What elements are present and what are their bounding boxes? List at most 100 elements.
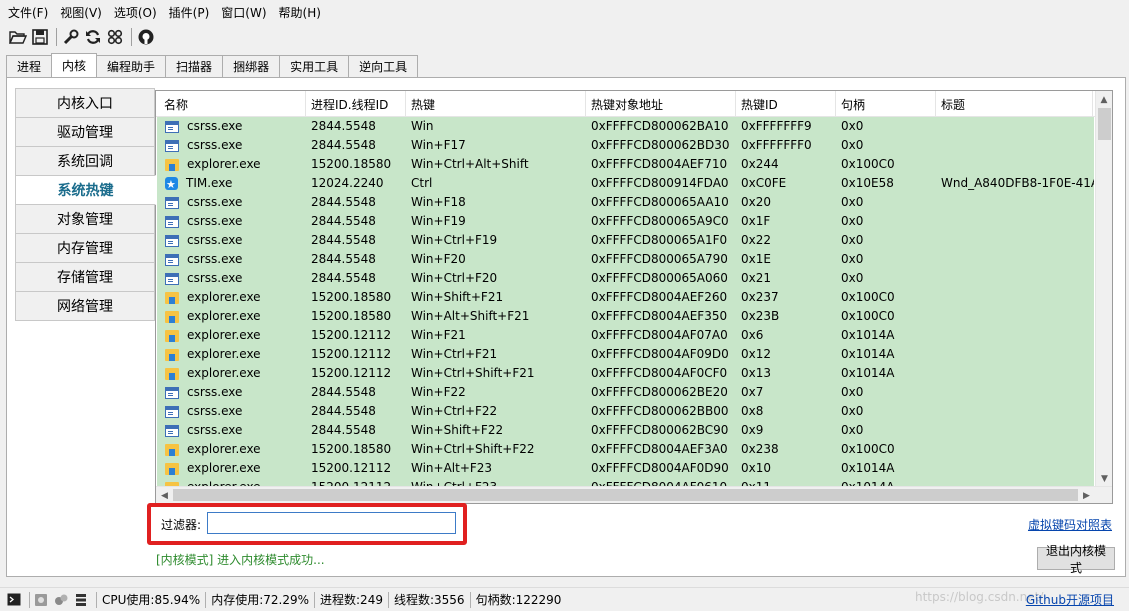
column-header-hotkey[interactable]: 热键: [406, 91, 586, 117]
process-name-text: explorer.exe: [187, 347, 261, 361]
sidebar-item-storage-management[interactable]: 存储管理: [15, 262, 155, 292]
scroll-up-icon[interactable]: ▲: [1096, 91, 1112, 108]
cell-process-name: csrss.exe: [157, 269, 307, 288]
cell-hotkey-object-address: 0xFFFFCD800065A060: [591, 271, 728, 285]
cell-pid-tid: 15200.18580: [311, 442, 392, 456]
tab-binder[interactable]: 捆绑器: [222, 55, 281, 77]
table-row[interactable]: csrss.exe 2844.5548 Win+F20 0xFFFFCD800065A…: [157, 250, 1094, 269]
menu-options[interactable]: 选项(O): [108, 4, 163, 21]
cell-hotkey-object-address: 0xFFFFCD800062BE20: [591, 385, 728, 399]
grid-icon[interactable]: [105, 27, 125, 47]
table-row[interactable]: explorer.exe 15200.12112 Win+Ctrl+F21 0xFFF…: [157, 345, 1094, 364]
process-name-text: explorer.exe: [187, 328, 261, 342]
menu-help[interactable]: 帮助(H): [273, 4, 327, 21]
cell-hotkey: Win+Alt+F23: [411, 461, 493, 475]
sidebar-item-system-callbacks[interactable]: 系统回调: [15, 146, 155, 176]
table-row[interactable]: explorer.exe 15200.12112 Win+Alt+F23 0xFFFF…: [157, 459, 1094, 478]
statusbar-separator: [469, 591, 471, 608]
explorer-process-icon: [165, 329, 179, 342]
scroll-left-icon[interactable]: ◀: [156, 487, 173, 503]
scroll-right-icon[interactable]: ▶: [1078, 487, 1095, 503]
menu-plugins[interactable]: 插件(P): [163, 4, 216, 21]
cell-hotkey-id: 0x22: [741, 233, 772, 247]
cell-title: Wnd_A840DFB8-1F0E-41A9: [941, 176, 1094, 190]
cell-handle: 0x0: [841, 138, 864, 152]
table-row[interactable]: csrss.exe 2844.5548 Win+Ctrl+F20 0xFFFFCD80…: [157, 269, 1094, 288]
menu-view[interactable]: 视图(V): [54, 4, 108, 21]
vertical-scroll-thumb[interactable]: [1098, 108, 1111, 140]
column-header-pid-tid[interactable]: 进程ID.线程ID: [306, 91, 406, 117]
table-row[interactable]: csrss.exe 2844.5548 Win+F17 0xFFFFCD800062B…: [157, 136, 1094, 155]
table-header: 名称 进程ID.线程ID 热键 热键对象地址 热键ID 句柄 标题: [156, 91, 1096, 117]
cell-hotkey-id: 0x12: [741, 347, 772, 361]
sidebar-item-object-management[interactable]: 对象管理: [15, 204, 155, 234]
save-icon[interactable]: [30, 27, 50, 47]
settings-icon[interactable]: [33, 592, 49, 608]
cell-hotkey-id: 0x21: [741, 271, 772, 285]
table-row[interactable]: csrss.exe 2844.5548 Win 0xFFFFCD800062BA10 0…: [157, 117, 1094, 136]
tab-programming-helper[interactable]: 编程助手: [96, 55, 167, 77]
exit-kernel-mode-button[interactable]: 退出内核模式: [1037, 544, 1115, 575]
terminal-icon[interactable]: [6, 592, 22, 608]
table-row[interactable]: explorer.exe 15200.12112 Win+F21 0xFFFFCD80…: [157, 326, 1094, 345]
console-process-icon: [165, 196, 179, 209]
stack-icon[interactable]: [73, 592, 89, 608]
table-row[interactable]: explorer.exe 15200.12112 Win+Ctrl+Shift+F2…: [157, 364, 1094, 383]
menu-window[interactable]: 窗口(W): [215, 4, 272, 21]
menu-file[interactable]: 文件(F): [2, 4, 54, 21]
horizontal-scroll-thumb[interactable]: [173, 489, 1078, 501]
column-header-name[interactable]: 名称: [156, 91, 306, 117]
cell-hotkey-object-address: 0xFFFFCD8004AEF3A0: [591, 442, 728, 456]
cell-process-name: TIM.exe: [157, 174, 307, 193]
sidebar-item-driver-management[interactable]: 驱动管理: [15, 117, 155, 147]
table-row[interactable]: explorer.exe 15200.18580 Win+Shift+F21 0xFF…: [157, 288, 1094, 307]
tab-scanner[interactable]: 扫描器: [165, 55, 224, 77]
cell-hotkey: Win+F18: [411, 195, 466, 209]
cell-hotkey-object-address: 0xFFFFCD800065A9C0: [591, 214, 729, 228]
cell-title: [937, 459, 1094, 478]
scroll-down-icon[interactable]: ▼: [1096, 470, 1112, 487]
cell-handle: 0x10E58: [841, 176, 894, 190]
cell-hotkey-id: 0x237: [741, 290, 779, 304]
wrench-icon[interactable]: [61, 27, 81, 47]
table-row[interactable]: explorer.exe 15200.18580 Win+Ctrl+Shift+F2…: [157, 440, 1094, 459]
cell-pid-tid: 15200.18580: [311, 290, 392, 304]
column-header-hotkey-object-address[interactable]: 热键对象地址: [586, 91, 736, 117]
cell-title: [937, 326, 1094, 345]
table-row[interactable]: csrss.exe 2844.5548 Win+F19 0xFFFFCD800065A…: [157, 212, 1094, 231]
tab-process[interactable]: 进程: [6, 55, 53, 77]
sidebar-item-system-hotkeys[interactable]: 系统热键: [15, 175, 156, 205]
tab-kernel[interactable]: 内核: [51, 53, 98, 77]
tab-reverse-tools[interactable]: 逆向工具: [348, 55, 419, 77]
column-header-handle[interactable]: 句柄: [836, 91, 936, 117]
cell-hotkey: Win+F21: [411, 328, 466, 342]
table-row[interactable]: explorer.exe 15200.18580 Win+Ctrl+Alt+Shif…: [157, 155, 1094, 174]
table-row[interactable]: csrss.exe 2844.5548 Win+F18 0xFFFFCD800065A…: [157, 193, 1094, 212]
table-row[interactable]: csrss.exe 2844.5548 Win+Ctrl+F19 0xFFFFCD80…: [157, 231, 1094, 250]
column-header-title[interactable]: 标题: [936, 91, 1093, 117]
table-row[interactable]: csrss.exe 2844.5548 Win+F22 0xFFFFCD800062B…: [157, 383, 1094, 402]
table-row[interactable]: csrss.exe 2844.5548 Win+Ctrl+F22 0xFFFFCD80…: [157, 402, 1094, 421]
cell-hotkey-id: 0xFFFFFFF9: [741, 119, 812, 133]
github-icon[interactable]: [136, 27, 156, 47]
column-header-hotkey-id[interactable]: 热键ID: [736, 91, 836, 117]
vertical-scrollbar[interactable]: ▲ ▼: [1095, 91, 1112, 487]
tab-utilities[interactable]: 实用工具: [279, 55, 350, 77]
toolbar: [0, 24, 1129, 50]
sidebar-item-kernel-entry[interactable]: 内核入口: [15, 88, 155, 118]
refresh-icon[interactable]: [83, 27, 103, 47]
table-row[interactable]: TIM.exe 12024.2240 Ctrl 0xFFFFCD800914FDA0 0…: [157, 174, 1094, 193]
cell-title: [937, 193, 1094, 212]
horizontal-scrollbar[interactable]: ◀ ▶: [156, 486, 1112, 503]
virtual-key-table-link[interactable]: 虚拟键码对照表: [1028, 516, 1112, 533]
github-project-link[interactable]: Github开源项目: [1026, 591, 1114, 608]
table-row[interactable]: explorer.exe 15200.18580 Win+Alt+Shift+F21…: [157, 307, 1094, 326]
cell-pid-tid: 15200.12112: [311, 366, 392, 380]
console-process-icon: [165, 234, 179, 247]
table-body: csrss.exe 2844.5548 Win 0xFFFFCD800062BA10 0…: [157, 117, 1094, 487]
sidebar-item-memory-management[interactable]: 内存管理: [15, 233, 155, 263]
table-row[interactable]: csrss.exe 2844.5548 Win+Shift+F22 0xFFFFCD8…: [157, 421, 1094, 440]
tools-icon[interactable]: [53, 592, 69, 608]
open-folder-icon[interactable]: [8, 27, 28, 47]
sidebar-item-network-management[interactable]: 网络管理: [15, 291, 155, 321]
